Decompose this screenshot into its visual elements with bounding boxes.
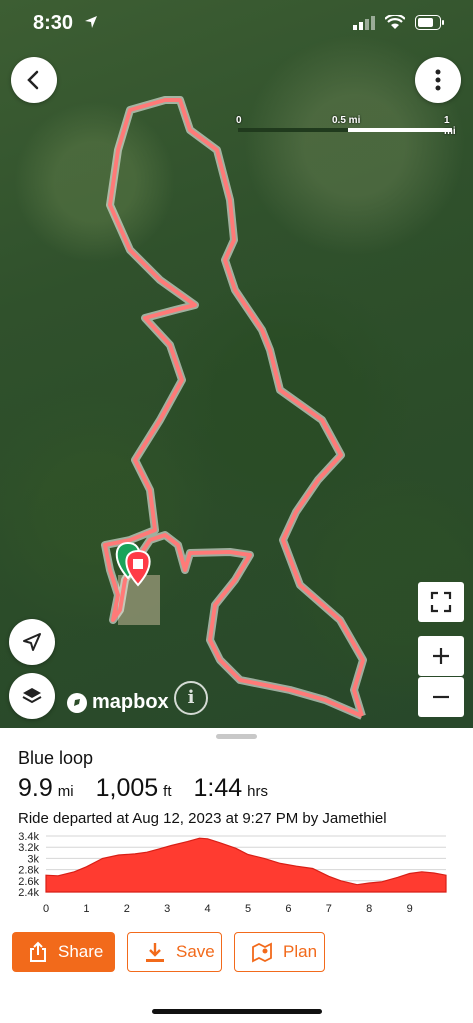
x-tick-label: 7: [326, 903, 332, 915]
y-tick-label: 3.4k: [18, 831, 39, 843]
distance-stat: 9.9 mi: [18, 774, 74, 803]
x-tick-label: 4: [205, 903, 211, 915]
x-tick-label: 2: [124, 903, 130, 915]
scale-bar-light: [348, 128, 452, 132]
elevation-chart[interactable]: 3.4k3.2k3k2.8k2.6k2.4k 0 1 2 3 4 5 6 7 8 9: [0, 828, 473, 920]
info-icon[interactable]: i: [174, 681, 208, 715]
mapbox-logo: mapbox: [66, 691, 169, 714]
share-label: Share: [58, 942, 104, 961]
locate-me-button[interactable]: [9, 619, 55, 665]
zoom-in-button[interactable]: [418, 636, 464, 676]
ride-details-sheet: Blue loop 9.9 mi 1,005 ft 1:44 hrs Ride dep…: [0, 728, 473, 1023]
route-line: [101, 96, 367, 720]
route-overlay: [101, 96, 367, 720]
scale-label-end: 1 mi: [444, 115, 456, 137]
x-tick-label: 6: [285, 903, 291, 915]
end-pin-icon[interactable]: [125, 549, 151, 587]
elevation-unit: ft: [163, 783, 172, 800]
mapbox-logo-text: mapbox: [92, 691, 169, 713]
more-options-button[interactable]: [415, 57, 461, 103]
route-line-inner: [103, 98, 365, 718]
sheet-grabber[interactable]: [216, 734, 257, 739]
share-button[interactable]: Share: [12, 932, 115, 972]
plan-label: Plan: [283, 942, 318, 961]
home-indicator: [152, 1009, 322, 1014]
download-icon: [146, 943, 164, 962]
x-tick-label: 8: [366, 903, 372, 915]
elevation-area: [45, 837, 447, 893]
scale-label-0: 0: [236, 115, 242, 126]
scale-bar-dark: [238, 128, 348, 132]
navigation-arrow-icon: [23, 633, 41, 651]
mapbox-icon: [67, 692, 87, 713]
status-time: 8:30: [33, 12, 74, 34]
elevation-stat: 1,005 ft: [96, 774, 172, 803]
location-arrow-icon: [85, 16, 97, 28]
ride-description: Ride departed at Aug 12, 2023 at 9:27 PM…: [18, 810, 387, 827]
y-tick-label: 2.8k: [18, 865, 39, 877]
status-bar: 8:30: [0, 0, 473, 50]
x-tick-label: 0: [43, 903, 49, 915]
distance-value: 9.9: [18, 774, 53, 802]
map-view[interactable]: 8:30 0 0.5 mi 1 mi: [0, 0, 473, 728]
fullscreen-button[interactable]: [418, 582, 464, 622]
duration-unit: hrs: [247, 783, 269, 800]
y-tick-label: 3k: [27, 853, 39, 865]
back-button[interactable]: [11, 57, 57, 103]
save-label: Save: [176, 942, 215, 961]
ride-title: Blue loop: [18, 748, 94, 768]
x-tick-label: 3: [164, 903, 170, 915]
more-vertical-icon: [435, 69, 441, 91]
save-button[interactable]: Save: [127, 932, 222, 972]
scale-label-mid: 0.5 mi: [332, 115, 361, 126]
map-layers-button[interactable]: [9, 673, 55, 719]
x-tick-label: 5: [245, 903, 251, 915]
x-tick-label: 9: [407, 903, 413, 915]
layers-icon: [22, 688, 42, 704]
plus-icon: [433, 648, 449, 664]
plan-button[interactable]: Plan: [234, 932, 325, 972]
map-pin-icon: [252, 942, 272, 963]
y-tick-label: 2.4k: [18, 887, 39, 899]
duration-value: 1:44: [193, 774, 243, 802]
signal-icon: [353, 15, 375, 30]
x-tick-label: 1: [83, 903, 89, 915]
map-scale: 0 0.5 mi 1 mi: [236, 115, 456, 137]
chevron-left-icon: [27, 70, 39, 90]
duration-stat: 1:44 hrs: [194, 774, 269, 803]
zoom-out-button[interactable]: [418, 677, 464, 717]
battery-icon: [415, 15, 444, 30]
distance-unit: mi: [57, 783, 74, 800]
share-icon: [30, 941, 46, 962]
y-tick-label: 3.2k: [18, 842, 39, 854]
wifi-icon: [385, 15, 405, 29]
ride-stats: 9.9 mi 1,005 ft 1:44 hrs: [18, 774, 268, 803]
elevation-value: 1,005: [95, 774, 159, 802]
expand-icon: [430, 591, 452, 613]
minus-icon: [433, 695, 449, 699]
y-tick-label: 2.6k: [18, 876, 39, 888]
